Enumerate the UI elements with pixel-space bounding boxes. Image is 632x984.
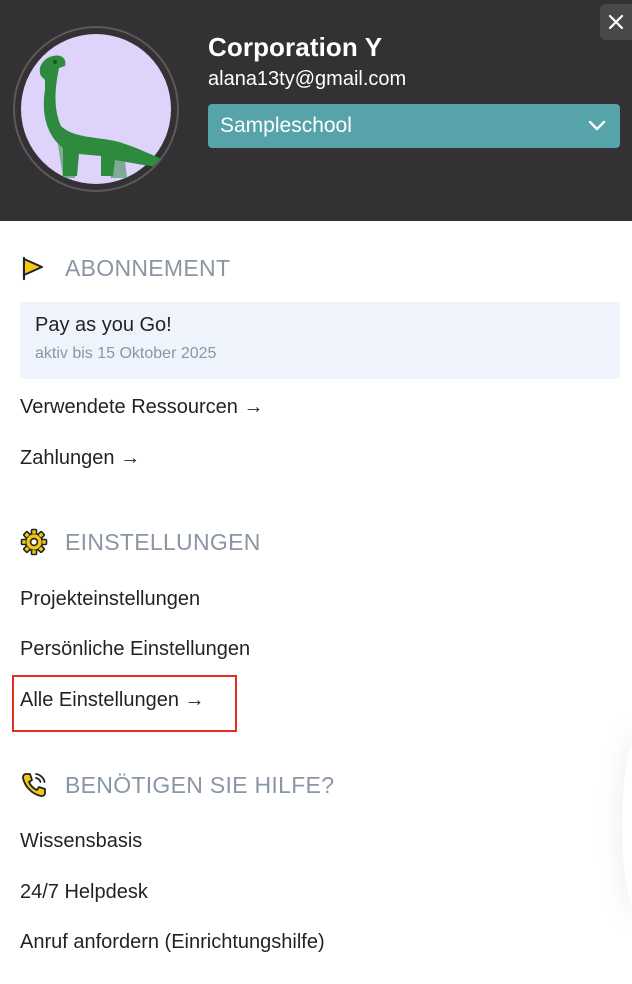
subscription-section-header: ABONNEMENT xyxy=(20,253,230,283)
plan-card: Pay as you Go! aktiv bis 15 Oktober 2025 xyxy=(20,302,620,379)
user-email: alana13ty@gmail.com xyxy=(208,68,407,90)
project-settings-link[interactable]: Projekteinstellungen xyxy=(20,588,200,611)
close-button[interactable] xyxy=(600,4,632,40)
help-section-header: BENÖTIGEN SIE HILFE? xyxy=(20,770,334,800)
personal-settings-link[interactable]: Persönliche Einstellungen xyxy=(20,638,250,661)
flag-icon xyxy=(22,256,43,281)
help-section-title: BENÖTIGEN SIE HILFE? xyxy=(65,771,335,798)
settings-section-title: EINSTELLUNGEN xyxy=(65,528,261,555)
knowledge-base-link[interactable]: Wissensbasis xyxy=(20,830,142,853)
avatar xyxy=(13,26,179,192)
subscription-section-title: ABONNEMENT xyxy=(65,254,231,281)
payments-link[interactable]: Zahlungen → xyxy=(20,447,140,470)
chevron-down-icon xyxy=(588,120,606,131)
settings-section-header: EINSTELLUNGEN xyxy=(20,527,261,557)
used-resources-link[interactable]: Verwendete Ressourcen → xyxy=(20,396,263,419)
highlight-box xyxy=(12,675,237,732)
request-call-link[interactable]: Anruf anfordern (Einrichtungshilfe) xyxy=(20,931,325,954)
close-icon xyxy=(608,14,624,30)
plan-name: Pay as you Go! xyxy=(35,314,172,336)
school-select[interactable]: Sampleschool xyxy=(208,104,620,148)
school-select-value: Sampleschool xyxy=(220,114,352,137)
profile-header: Corporation Y alana13ty@gmail.com Sample… xyxy=(0,0,632,221)
gear-icon xyxy=(20,528,48,556)
helpdesk-link[interactable]: 24/7 Helpdesk xyxy=(20,881,148,904)
phone-icon xyxy=(22,773,46,797)
dinosaur-avatar-icon xyxy=(21,34,172,184)
scroll-shadow xyxy=(622,730,632,920)
plan-status: aktiv bis 15 Oktober 2025 xyxy=(35,345,217,362)
organization-name: Corporation Y xyxy=(208,32,383,62)
